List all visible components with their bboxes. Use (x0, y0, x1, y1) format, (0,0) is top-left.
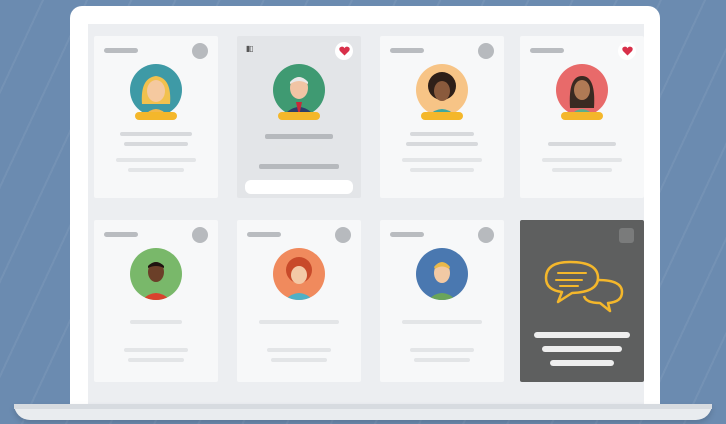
message-placeholder (542, 346, 622, 352)
message-placeholder (550, 360, 614, 366)
card-tag (390, 232, 424, 237)
heart-icon (621, 46, 633, 56)
detail-placeholder (267, 348, 331, 352)
card-option-button[interactable] (335, 227, 351, 243)
card-tag (390, 48, 424, 53)
detail-placeholder (271, 358, 327, 362)
status-badge (278, 112, 320, 120)
profile-card-2[interactable]: ▮▯ (237, 36, 361, 198)
favorite-button[interactable] (335, 42, 353, 60)
laptop-screen: ▮▯ (70, 6, 660, 408)
avatar (130, 248, 182, 300)
card-option-button[interactable] (478, 43, 494, 59)
detail-placeholder (414, 358, 470, 362)
title-placeholder (124, 142, 188, 146)
name-placeholder (259, 320, 339, 324)
detail-placeholder (410, 348, 474, 352)
pause-icon: ▮▯ (246, 44, 254, 53)
woman-curly-avatar-icon (416, 64, 468, 116)
detail-placeholder (128, 358, 184, 362)
status-badge (135, 112, 177, 120)
profile-card-3[interactable] (380, 36, 504, 198)
avatar (273, 248, 325, 300)
message-option-button[interactable] (619, 228, 634, 243)
profile-card-4[interactable] (520, 36, 644, 198)
woman-dark-hair-avatar-icon (556, 64, 608, 116)
avatar (416, 248, 468, 300)
woman-red-hair-avatar-icon (273, 248, 325, 300)
profile-grid: ▮▯ (88, 24, 644, 408)
avatar (273, 64, 325, 116)
card-tag (104, 232, 138, 237)
man-blond-avatar-icon (416, 248, 468, 300)
contact-button[interactable] (245, 180, 353, 194)
detail-placeholder (542, 158, 622, 162)
name-placeholder (265, 134, 333, 139)
detail-placeholder (552, 168, 612, 172)
detail-placeholder (410, 168, 474, 172)
message-placeholder (534, 332, 630, 338)
card-option-button[interactable] (478, 227, 494, 243)
heart-icon (338, 46, 350, 56)
name-placeholder (120, 132, 192, 136)
chat-bubbles-icon (544, 260, 624, 313)
profile-card-7[interactable] (380, 220, 504, 382)
detail-placeholder (116, 158, 196, 162)
detail-placeholder (402, 158, 482, 162)
card-option-button[interactable] (192, 43, 208, 59)
card-tag (104, 48, 138, 53)
profile-card-6[interactable] (237, 220, 361, 382)
detail-placeholder (128, 168, 184, 172)
title-placeholder (275, 146, 323, 150)
avatar (130, 64, 182, 116)
detail-placeholder (124, 348, 188, 352)
card-tag (530, 48, 564, 53)
favorite-button[interactable] (618, 42, 636, 60)
title-placeholder (406, 142, 478, 146)
avatar (416, 64, 468, 116)
profile-card-1[interactable] (94, 36, 218, 198)
man-short-hair-avatar-icon (130, 248, 182, 300)
message-card[interactable] (520, 220, 644, 382)
name-placeholder (130, 320, 182, 324)
card-tag (247, 232, 281, 237)
status-badge (421, 112, 463, 120)
detail-placeholder (259, 164, 339, 169)
status-badge (561, 112, 603, 120)
name-placeholder (402, 320, 482, 324)
man-suit-avatar-icon (273, 64, 325, 116)
name-placeholder (548, 142, 616, 146)
avatar (556, 64, 608, 116)
name-placeholder (410, 132, 474, 136)
card-option-button[interactable] (192, 227, 208, 243)
profile-card-5[interactable] (94, 220, 218, 382)
laptop-base (14, 404, 712, 420)
woman-blonde-avatar-icon (130, 64, 182, 116)
